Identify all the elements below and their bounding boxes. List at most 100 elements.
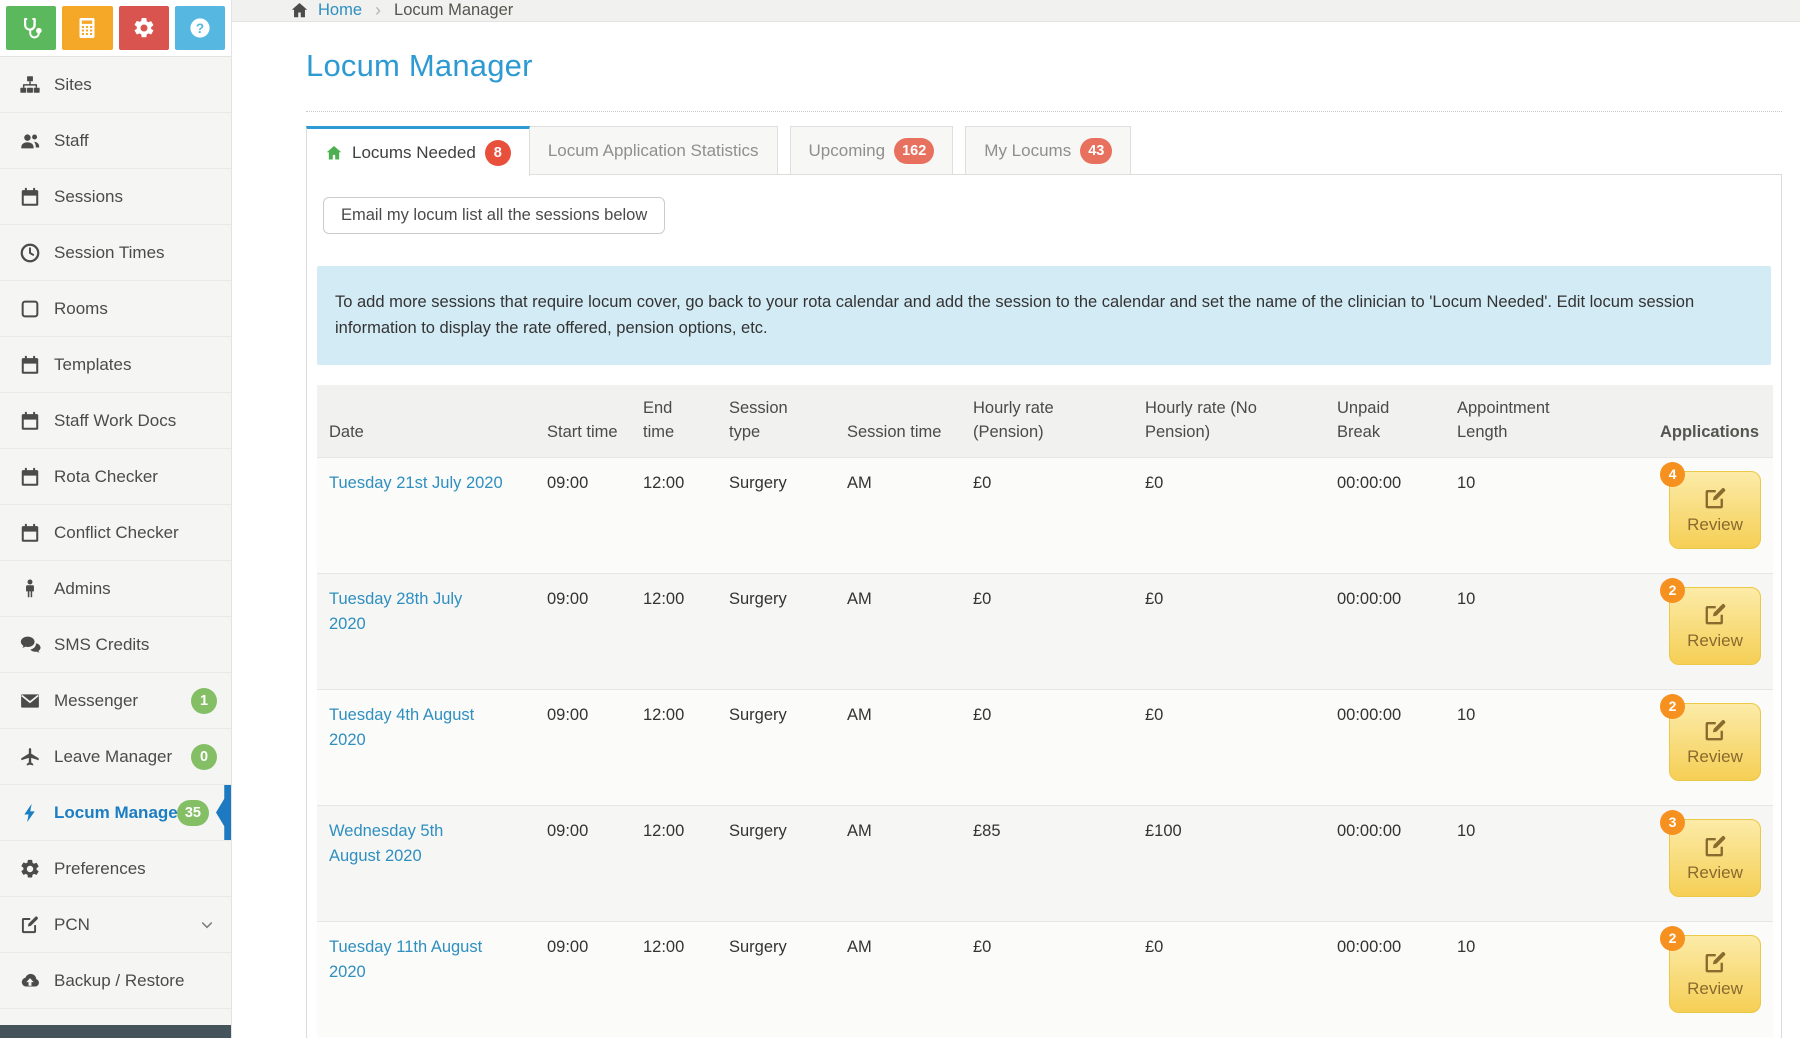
breadcrumb-home-link[interactable]: Home — [318, 1, 362, 20]
calendar-icon — [19, 410, 41, 432]
sidebar-footer-strip — [0, 1025, 231, 1038]
email-locum-list-button[interactable]: Email my locum list all the sessions bel… — [323, 197, 665, 234]
sidebar-item-rooms[interactable]: Rooms — [0, 281, 231, 337]
sidebar-item-pcn[interactable]: PCN — [0, 897, 231, 953]
cell-session-type: Surgery — [717, 805, 835, 921]
chevron-down-icon — [199, 917, 215, 933]
gear-icon — [19, 858, 41, 880]
quick-clinical-button[interactable] — [6, 6, 56, 50]
calendar-icon — [19, 522, 41, 544]
sidebar: ? Sites Staff Sessions Session Times Roo… — [0, 0, 232, 1038]
cell-hourly-rate-no-pension: £0 — [1133, 457, 1325, 573]
sidebar-item-sms-credits[interactable]: SMS Credits — [0, 617, 231, 673]
review-button[interactable]: Review — [1669, 703, 1761, 781]
quick-help-button[interactable]: ? — [175, 6, 225, 50]
cell-hourly-rate-no-pension: £0 — [1133, 921, 1325, 1037]
sidebar-item-staff[interactable]: Staff — [0, 113, 231, 169]
cell-unpaid-break: 00:00:00 — [1325, 573, 1445, 689]
quick-calculator-button[interactable] — [62, 6, 112, 50]
applications-count-badge: 2 — [1660, 578, 1685, 603]
cell-start-time: 09:00 — [535, 805, 631, 921]
quick-settings-button[interactable] — [119, 6, 169, 50]
sidebar-item-conflict-checker[interactable]: Conflict Checker — [0, 505, 231, 561]
column-header-start-time: Start time — [535, 385, 631, 457]
sidebar-item-label: Messenger — [54, 691, 138, 711]
help-icon: ? — [188, 16, 212, 40]
table-row: Wednesday 5th August 2020 09:00 12:00 Su… — [317, 805, 1773, 921]
sitemap-icon — [19, 74, 41, 96]
cell-appointment-length: 10 — [1445, 573, 1605, 689]
calculator-icon — [75, 16, 99, 40]
sidebar-item-templates[interactable]: Templates — [0, 337, 231, 393]
session-date-link[interactable]: Tuesday 21st July 2020 — [329, 474, 503, 492]
svg-text:?: ? — [196, 21, 204, 36]
session-date-link[interactable]: Wednesday 5th August 2020 — [329, 822, 443, 865]
main-area: Home › Locum Manager Locum Manager Locum… — [232, 0, 1800, 1038]
column-header-session-time: Session time — [835, 385, 961, 457]
cell-session-type: Surgery — [717, 457, 835, 573]
sidebar-item-messenger[interactable]: Messenger 1 — [0, 673, 231, 729]
cell-start-time: 09:00 — [535, 689, 631, 805]
review-button[interactable]: Review — [1669, 819, 1761, 897]
sidebar-item-backup-restore[interactable]: Backup / Restore — [0, 953, 231, 1009]
quick-actions-bar: ? — [0, 0, 231, 57]
sidebar-item-label: Preferences — [54, 859, 146, 879]
table-row: Tuesday 21st July 2020 09:00 12:00 Surge… — [317, 457, 1773, 573]
table-row: Tuesday 4th August 2020 09:00 12:00 Surg… — [317, 689, 1773, 805]
locum-sessions-table: DateStart timeEnd timeSession typeSessio… — [317, 385, 1773, 1037]
session-date-link[interactable]: Tuesday 28th July 2020 — [329, 590, 462, 633]
applications-count-badge: 4 — [1660, 462, 1685, 487]
sidebar-item-admins[interactable]: Admins — [0, 561, 231, 617]
sidebar-item-locum-manager[interactable]: Locum Manager 35 — [0, 785, 231, 841]
column-header-hourly-rate-pension: Hourly rate (Pension) — [961, 385, 1133, 457]
sidebar-item-leave-manager[interactable]: Leave Manager 0 — [0, 729, 231, 785]
cloud-upload-icon — [19, 970, 41, 992]
comments-icon — [19, 634, 41, 656]
session-date-link[interactable]: Tuesday 4th August 2020 — [329, 706, 474, 749]
sidebar-item-label: Staff Work Docs — [54, 411, 176, 431]
active-item-marker — [216, 785, 231, 840]
session-date-link[interactable]: Tuesday 11th August 2020 — [329, 938, 482, 981]
cell-session-time: AM — [835, 921, 961, 1037]
tab-bar: Locums Needed 8 Locum Application Statis… — [306, 126, 1782, 175]
cell-hourly-rate-no-pension: £0 — [1133, 573, 1325, 689]
sidebar-item-label: Session Times — [54, 243, 165, 263]
sidebar-item-sites[interactable]: Sites — [0, 57, 231, 113]
cell-session-time: AM — [835, 457, 961, 573]
cell-end-time: 12:00 — [631, 921, 717, 1037]
cell-session-time: AM — [835, 573, 961, 689]
pencil-square-icon — [1702, 833, 1729, 860]
cell-start-time: 09:00 — [535, 573, 631, 689]
sidebar-item-label: Templates — [54, 355, 131, 375]
tab-upcoming[interactable]: Upcoming 162 — [790, 126, 954, 175]
pencil-square-icon — [1702, 485, 1729, 512]
applications-count-badge: 3 — [1660, 810, 1685, 835]
calendar-icon — [19, 466, 41, 488]
sidebar-item-label: Rota Checker — [54, 467, 158, 487]
review-button[interactable]: Review — [1669, 587, 1761, 665]
sidebar-item-sessions[interactable]: Sessions — [0, 169, 231, 225]
sidebar-item-label: Rooms — [54, 299, 108, 319]
table-body: Tuesday 21st July 2020 09:00 12:00 Surge… — [317, 457, 1773, 1037]
sidebar-item-session-times[interactable]: Session Times — [0, 225, 231, 281]
tab-locums-needed[interactable]: Locums Needed 8 — [306, 126, 530, 176]
sidebar-item-badge: 35 — [177, 800, 209, 826]
tab-my-locums[interactable]: My Locums 43 — [965, 126, 1131, 175]
cell-session-time: AM — [835, 689, 961, 805]
tab-locum-application-statistics[interactable]: Locum Application Statistics — [530, 126, 778, 175]
breadcrumb-current: Locum Manager — [394, 1, 513, 20]
sidebar-item-label: Sites — [54, 75, 92, 95]
sidebar-item-label: Leave Manager — [54, 747, 172, 767]
pencil-square-icon — [1702, 717, 1729, 744]
table-row: Tuesday 28th July 2020 09:00 12:00 Surge… — [317, 573, 1773, 689]
calendar-icon — [19, 186, 41, 208]
tab-label: My Locums — [984, 141, 1071, 161]
sidebar-item-staff-work-docs[interactable]: Staff Work Docs — [0, 393, 231, 449]
sidebar-item-preferences[interactable]: Preferences — [0, 841, 231, 897]
applications-count-badge: 2 — [1660, 926, 1685, 951]
tab-count-badge: 8 — [485, 140, 511, 166]
review-button[interactable]: Review — [1669, 471, 1761, 549]
cell-session-time: AM — [835, 805, 961, 921]
review-button[interactable]: Review — [1669, 935, 1761, 1013]
sidebar-item-rota-checker[interactable]: Rota Checker — [0, 449, 231, 505]
